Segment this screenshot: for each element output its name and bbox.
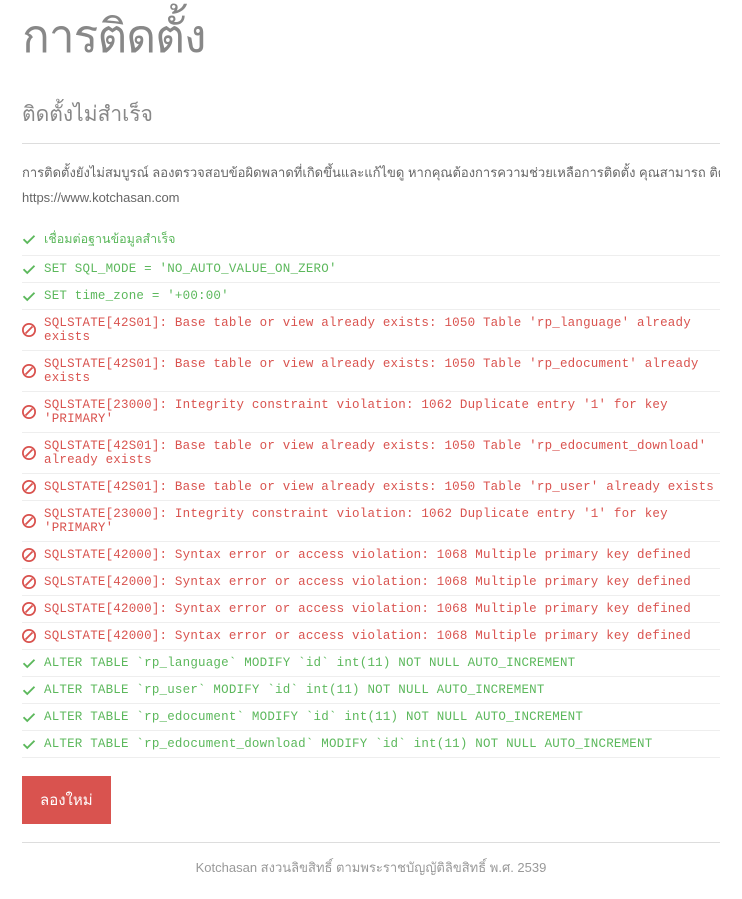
ban-icon: [22, 629, 36, 643]
install-log-list: เชื่อมต่อฐานข้อมูลสำเร็จ SET SQL_MODE = '…: [22, 223, 720, 758]
log-text: SQLSTATE[23000]: Integrity constraint vi…: [44, 398, 720, 426]
page-title: การติดตั้ง: [22, 0, 720, 73]
footer-divider: [22, 842, 720, 843]
log-text: SQLSTATE[42000]: Syntax error or access …: [44, 575, 691, 589]
log-item: SQLSTATE[42S01]: Base table or view alre…: [22, 474, 720, 501]
log-item: ALTER TABLE `rp_edocument` MODIFY `id` i…: [22, 704, 720, 731]
log-text: เชื่อมต่อฐานข้อมูลสำเร็จ: [44, 229, 176, 249]
log-item: SET SQL_MODE = 'NO_AUTO_VALUE_ON_ZERO': [22, 256, 720, 283]
check-icon: [22, 656, 36, 670]
log-text: SET SQL_MODE = 'NO_AUTO_VALUE_ON_ZERO': [44, 262, 337, 276]
check-icon: [22, 737, 36, 751]
log-item: ALTER TABLE `rp_user` MODIFY `id` int(11…: [22, 677, 720, 704]
divider: [22, 143, 720, 144]
log-item: ALTER TABLE `rp_language` MODIFY `id` in…: [22, 650, 720, 677]
log-text: SQLSTATE[42S01]: Base table or view alre…: [44, 316, 720, 344]
log-item: SQLSTATE[42000]: Syntax error or access …: [22, 542, 720, 569]
log-item: SQLSTATE[23000]: Integrity constraint vi…: [22, 501, 720, 542]
ban-icon: [22, 480, 36, 494]
check-icon: [22, 262, 36, 276]
ban-icon: [22, 323, 36, 337]
help-url: https://www.kotchasan.com: [22, 190, 720, 205]
log-text: ALTER TABLE `rp_language` MODIFY `id` in…: [44, 656, 575, 670]
log-item: SQLSTATE[23000]: Integrity constraint vi…: [22, 392, 720, 433]
log-text: SQLSTATE[42S01]: Base table or view alre…: [44, 480, 714, 494]
log-text: ALTER TABLE `rp_user` MODIFY `id` int(11…: [44, 683, 545, 697]
ban-icon: [22, 548, 36, 562]
log-text: SET time_zone = '+00:00': [44, 289, 229, 303]
log-item: SQLSTATE[42S01]: Base table or view alre…: [22, 310, 720, 351]
log-text: ALTER TABLE `rp_edocument_download` MODI…: [44, 737, 652, 751]
log-item: SQLSTATE[42S01]: Base table or view alre…: [22, 351, 720, 392]
log-text: SQLSTATE[42S01]: Base table or view alre…: [44, 439, 720, 467]
log-text: SQLSTATE[42000]: Syntax error or access …: [44, 602, 691, 616]
check-icon: [22, 683, 36, 697]
check-icon: [22, 289, 36, 303]
log-item: SQLSTATE[42000]: Syntax error or access …: [22, 623, 720, 650]
log-text: SQLSTATE[42S01]: Base table or view alre…: [44, 357, 720, 385]
log-item: SQLSTATE[42000]: Syntax error or access …: [22, 569, 720, 596]
ban-icon: [22, 602, 36, 616]
log-item: SQLSTATE[42S01]: Base table or view alre…: [22, 433, 720, 474]
subtitle: ติดตั้งไม่สำเร็จ: [22, 98, 720, 131]
log-item: SQLSTATE[42000]: Syntax error or access …: [22, 596, 720, 623]
ban-icon: [22, 446, 36, 460]
log-item: เชื่อมต่อฐานข้อมูลสำเร็จ: [22, 223, 720, 256]
log-text: SQLSTATE[42000]: Syntax error or access …: [44, 629, 691, 643]
ban-icon: [22, 364, 36, 378]
log-item: SET time_zone = '+00:00': [22, 283, 720, 310]
check-icon: [22, 232, 36, 246]
footer-text: Kotchasan สงวนลิขสิทธิ์ ตามพระราชบัญญัติ…: [22, 857, 720, 878]
log-text: SQLSTATE[23000]: Integrity constraint vi…: [44, 507, 720, 535]
log-text: SQLSTATE[42000]: Syntax error or access …: [44, 548, 691, 562]
log-text: ALTER TABLE `rp_edocument` MODIFY `id` i…: [44, 710, 583, 724]
description-text: การติดตั้งยังไม่สมบูรณ์ ลองตรวจสอบข้อผิด…: [22, 162, 720, 184]
ban-icon: [22, 575, 36, 589]
check-icon: [22, 710, 36, 724]
log-item: ALTER TABLE `rp_edocument_download` MODI…: [22, 731, 720, 758]
retry-button[interactable]: ลองใหม่: [22, 776, 111, 824]
ban-icon: [22, 405, 36, 419]
ban-icon: [22, 514, 36, 528]
